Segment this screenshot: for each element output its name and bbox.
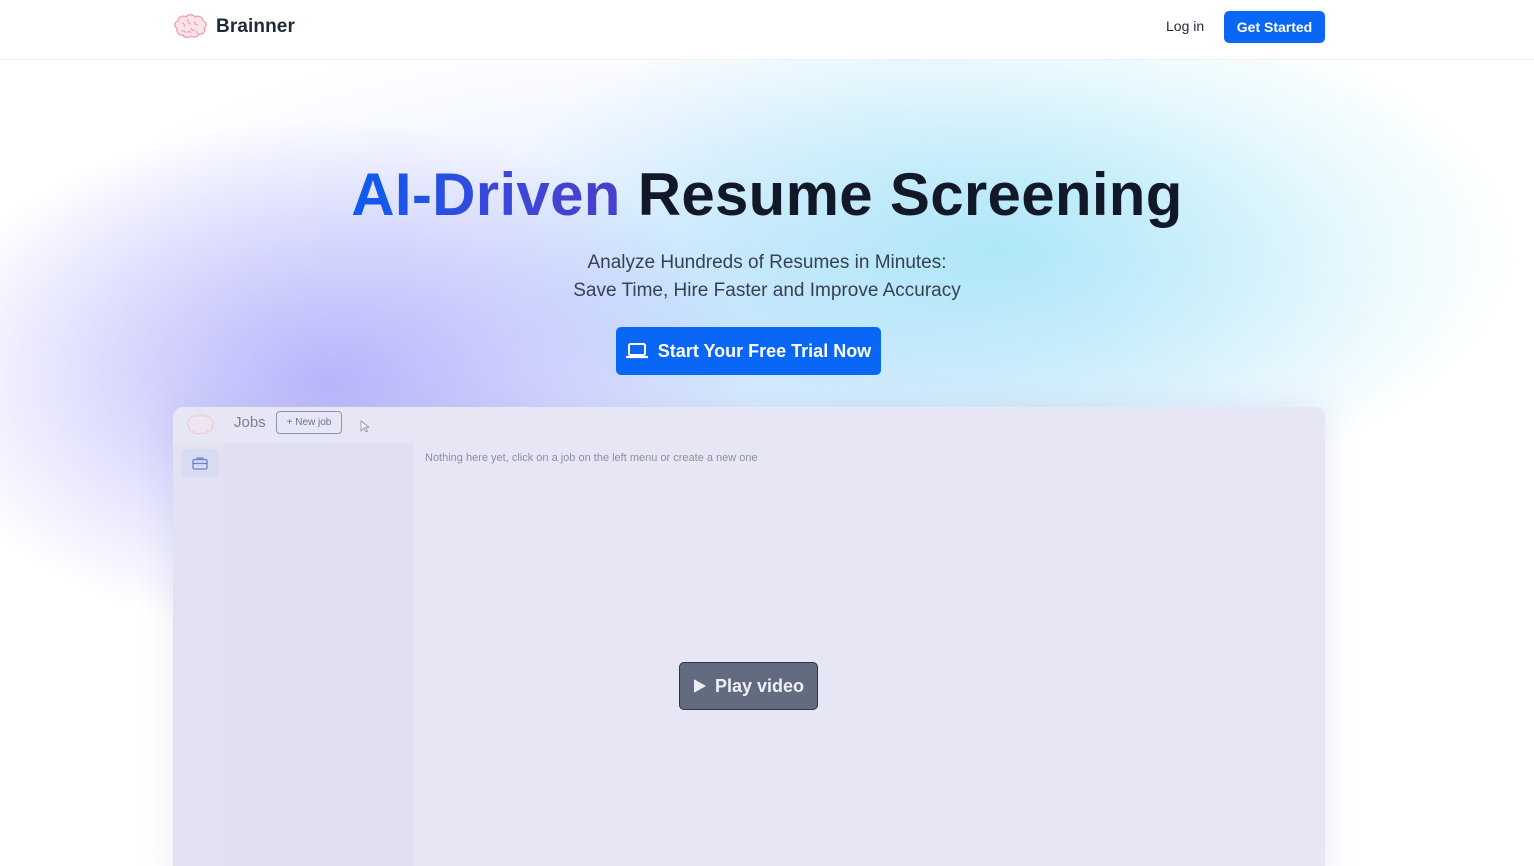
get-started-button[interactable]: Get Started bbox=[1224, 11, 1325, 43]
new-job-button[interactable]: + New job bbox=[276, 411, 342, 434]
hero-title-rest: Resume Screening bbox=[637, 161, 1183, 228]
brand-name: Brainner bbox=[216, 16, 295, 37]
start-free-trial-button[interactable]: Start Your Free Trial Now bbox=[616, 327, 881, 375]
app-preview: Jobs + New job Nothing here yet, click o… bbox=[173, 407, 1325, 866]
hero-subtitle-line-1: Analyze Hundreds of Resumes in Minutes: bbox=[587, 252, 947, 273]
preview-side-rail bbox=[173, 443, 223, 866]
hero-subtitle: Analyze Hundreds of Resumes in Minutes: … bbox=[0, 249, 1534, 305]
briefcase-icon bbox=[192, 457, 208, 470]
preview-topbar: Jobs + New job bbox=[173, 407, 1325, 443]
brain-logo-icon bbox=[174, 14, 207, 38]
hero-title-accent: AI-Driven bbox=[351, 161, 621, 228]
mouse-cursor-icon bbox=[360, 420, 369, 433]
brand-home-link[interactable]: Brainner bbox=[173, 14, 295, 40]
preview-job-list bbox=[223, 443, 413, 866]
hero-title: AI-Driven Resume Screening bbox=[0, 160, 1534, 229]
play-icon bbox=[693, 679, 706, 693]
play-video-label: Play video bbox=[714, 675, 805, 696]
empty-state-message: Nothing here yet, click on a job on the … bbox=[425, 452, 758, 464]
preview-main-panel: Nothing here yet, click on a job on the … bbox=[413, 443, 1325, 866]
start-free-trial-label: Start Your Free Trial Now bbox=[657, 340, 872, 361]
rail-jobs-button[interactable] bbox=[181, 449, 219, 477]
brain-logo-icon bbox=[186, 414, 215, 435]
login-link[interactable]: Log in bbox=[1166, 18, 1204, 34]
landing-page: Brainner Log in Get Started AI-Driven Re… bbox=[0, 0, 1534, 866]
laptop-icon bbox=[625, 343, 648, 359]
preview-section-title: Jobs bbox=[234, 414, 266, 431]
play-video-button[interactable]: Play video bbox=[679, 662, 818, 710]
top-navbar: Brainner Log in Get Started bbox=[0, 0, 1534, 60]
hero-subtitle-line-2: Save Time, Hire Faster and Improve Accur… bbox=[573, 280, 961, 301]
